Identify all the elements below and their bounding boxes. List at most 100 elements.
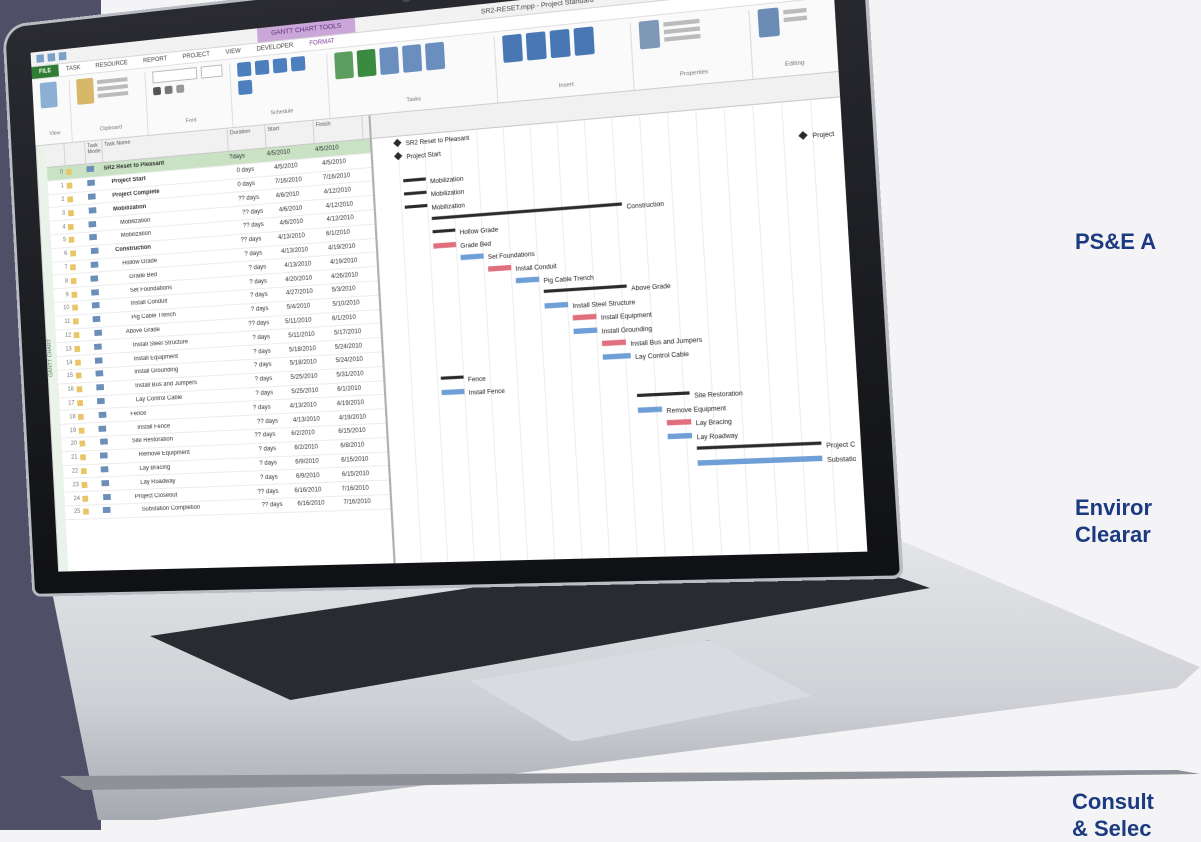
column-task-mode-header[interactable]: Task Mode xyxy=(85,140,103,163)
note-icon xyxy=(72,305,78,311)
task-mode-icon xyxy=(103,493,120,502)
gantt-bar[interactable] xyxy=(441,375,464,379)
auto-schedule-icon xyxy=(94,330,102,336)
task-duration: ?? days xyxy=(242,207,279,216)
task-duration: ?? days xyxy=(238,193,276,202)
gantt-bar-label: Hollow Grade xyxy=(460,227,499,236)
gantt-bar[interactable] xyxy=(637,391,690,397)
gantt-bar-label: Remove Equipment xyxy=(666,406,726,415)
row-indicators xyxy=(72,304,92,311)
auto-schedule-icon xyxy=(100,452,108,458)
task-mode-icon xyxy=(98,411,115,420)
gantt-bar[interactable] xyxy=(516,277,540,284)
gantt-bar[interactable] xyxy=(404,191,427,196)
gantt-milestone[interactable] xyxy=(393,138,402,147)
task-duration: ? days xyxy=(252,333,288,341)
indent-icon[interactable] xyxy=(237,61,252,77)
gantt-milestone[interactable] xyxy=(798,131,808,141)
unlink-icon[interactable] xyxy=(291,56,306,72)
column-indicators-header[interactable] xyxy=(64,142,86,165)
gantt-bar[interactable] xyxy=(405,204,428,209)
gantt-bar-label: Install Grounding xyxy=(602,326,653,335)
undo-icon[interactable] xyxy=(47,53,55,62)
inspect-button[interactable] xyxy=(379,46,399,75)
mode-button[interactable] xyxy=(424,42,444,71)
task-start: 5/25/2010 xyxy=(290,373,336,382)
row-indicators xyxy=(74,345,94,352)
outdent-icon[interactable] xyxy=(255,60,270,76)
scroll-to-task-button[interactable] xyxy=(758,7,780,37)
row-indicators xyxy=(67,195,88,203)
gantt-bar[interactable] xyxy=(433,242,456,249)
row-id: 7 xyxy=(52,264,71,271)
link-icon[interactable] xyxy=(273,58,288,74)
auto-schedule-icon xyxy=(92,302,100,308)
gantt-bar[interactable] xyxy=(638,406,662,412)
gantt-bar[interactable] xyxy=(573,314,597,321)
gantt-bar[interactable] xyxy=(432,229,455,234)
gantt-chart-button[interactable] xyxy=(40,81,58,108)
gantt-bar[interactable] xyxy=(573,327,597,334)
move-button[interactable] xyxy=(401,44,421,73)
gantt-bar[interactable] xyxy=(544,302,568,309)
note-icon xyxy=(68,210,74,216)
save-icon[interactable] xyxy=(36,54,44,63)
font-size-select[interactable] xyxy=(200,64,222,78)
gantt-bar-label: Construction xyxy=(626,201,664,210)
task-duration: ?? days xyxy=(243,221,280,230)
project-content: GANTT CHART Task Mode Task Name Duration… xyxy=(36,72,868,572)
information-button[interactable] xyxy=(638,20,660,50)
task-finish: 4/19/2010 xyxy=(339,413,386,421)
row-indicators xyxy=(66,181,87,189)
redo-icon[interactable] xyxy=(59,52,67,61)
gantt-bar[interactable] xyxy=(488,265,511,272)
gantt-milestone[interactable] xyxy=(394,152,403,161)
milestone-button[interactable] xyxy=(550,29,571,58)
side-label-1: PS&E A xyxy=(1075,228,1156,255)
ribbon-group-clipboard: Clipboard xyxy=(72,72,148,141)
manually-schedule-button[interactable] xyxy=(334,51,354,79)
column-start-header[interactable]: Start xyxy=(265,121,314,148)
font-select[interactable] xyxy=(152,67,197,83)
column-id-header[interactable] xyxy=(46,144,66,167)
row-indicators xyxy=(70,263,90,270)
underline-icon[interactable] xyxy=(176,84,184,93)
row-indicators xyxy=(78,413,98,420)
gantt-bar[interactable] xyxy=(603,353,631,360)
row-indicators xyxy=(66,168,87,176)
task-button[interactable] xyxy=(502,34,523,63)
italic-icon[interactable] xyxy=(164,86,172,95)
gantt-bar[interactable] xyxy=(668,433,693,439)
gantt-bar[interactable] xyxy=(667,419,692,425)
row-id: 22 xyxy=(63,468,81,475)
task-mode-icon xyxy=(103,507,120,515)
row-indicators xyxy=(80,454,100,461)
gantt-gridline xyxy=(724,107,751,564)
gantt-bar-label: Lay Roadway xyxy=(697,433,739,441)
gantt-gridline xyxy=(753,104,780,563)
auto-schedule-button[interactable] xyxy=(356,49,376,78)
paste-button[interactable] xyxy=(76,78,94,105)
gantt-bar[interactable] xyxy=(602,339,626,346)
note-icon xyxy=(82,482,88,488)
ribbon-group-editing: Editing xyxy=(753,2,833,78)
task-duration: 0 days xyxy=(237,165,275,174)
mark-on-track-icon[interactable] xyxy=(238,80,253,95)
gantt-bar[interactable] xyxy=(460,253,483,260)
bold-icon[interactable] xyxy=(153,87,161,96)
row-id: 24 xyxy=(64,495,83,502)
gantt-bar[interactable] xyxy=(544,284,627,293)
task-mode-icon xyxy=(90,275,106,284)
task-start: 4/13/2010 xyxy=(290,401,337,409)
column-finish-header[interactable]: Finish xyxy=(313,116,363,143)
column-duration-header[interactable]: Duration xyxy=(228,125,267,151)
task-finish: 5/10/2010 xyxy=(332,299,379,308)
gantt-bar[interactable] xyxy=(441,389,464,395)
row-id: 21 xyxy=(62,455,80,462)
auto-schedule-icon xyxy=(88,207,96,214)
deliverable-button[interactable] xyxy=(574,26,595,56)
auto-schedule-icon xyxy=(88,221,96,228)
gantt-bar[interactable] xyxy=(403,177,426,182)
summary-button[interactable] xyxy=(526,31,547,60)
task-mode-icon xyxy=(95,370,112,379)
